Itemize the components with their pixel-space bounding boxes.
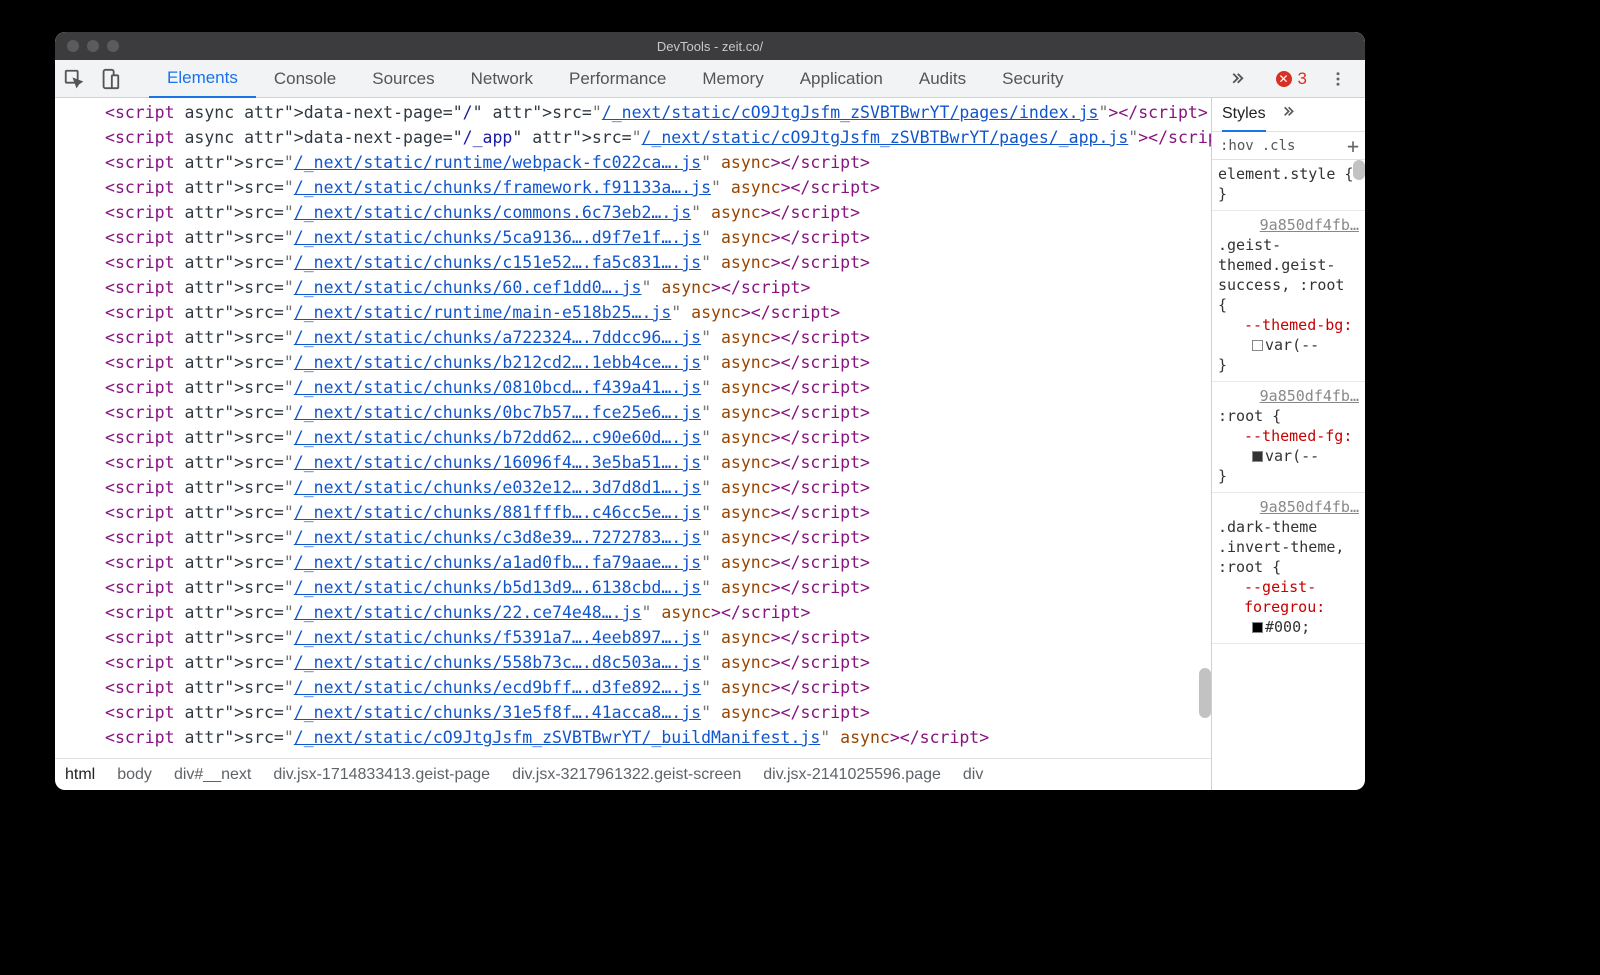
cls-toggle[interactable]: .cls	[1262, 138, 1296, 154]
new-rule-icon[interactable]: +	[1347, 134, 1359, 158]
window-title: DevTools - zeit.co/	[55, 39, 1365, 54]
dom-script-node[interactable]: <script attr">src="/_next/static/chunks/…	[105, 400, 1211, 425]
css-value[interactable]: var(--	[1252, 447, 1319, 465]
breadcrumb-node[interactable]: div	[963, 766, 983, 784]
rule-selector[interactable]: :root {	[1218, 406, 1359, 426]
hov-toggle[interactable]: :hov	[1220, 138, 1254, 154]
tab-performance[interactable]: Performance	[551, 60, 684, 98]
css-rule[interactable]: 9a850df4fb….geist-themed.geist-success, …	[1212, 211, 1365, 382]
breadcrumb-node[interactable]: body	[117, 766, 152, 784]
settings-kebab-icon[interactable]	[1327, 68, 1349, 90]
dom-script-node[interactable]: <script attr">src="/_next/static/cO9JtgJ…	[105, 725, 1211, 750]
dom-script-node[interactable]: <script attr">src="/_next/static/chunks/…	[105, 375, 1211, 400]
breadcrumb-node[interactable]: div.jsx-1714833413.geist-page	[273, 766, 490, 784]
css-property[interactable]: --themed-fg:	[1244, 426, 1359, 446]
breadcrumb-node[interactable]: div.jsx-3217961322.geist-screen	[512, 766, 741, 784]
dom-script-node[interactable]: <script attr">src="/_next/static/chunks/…	[105, 475, 1211, 500]
css-property[interactable]: --geist-foregrou:	[1244, 577, 1359, 617]
dom-script-node[interactable]: <script attr">src="/_next/static/chunks/…	[105, 700, 1211, 725]
tab-sources[interactable]: Sources	[354, 60, 452, 98]
macos-titlebar: DevTools - zeit.co/	[55, 32, 1365, 60]
dom-script-node[interactable]: <script attr">src="/_next/static/chunks/…	[105, 625, 1211, 650]
styles-filter-bar[interactable]: :hov .cls +	[1212, 132, 1365, 160]
dom-script-node[interactable]: <script async attr">data-next-page="/_ap…	[105, 125, 1211, 150]
tab-network[interactable]: Network	[453, 60, 551, 98]
css-rule[interactable]: 9a850df4fb…:root {--themed-fg:var(--}	[1212, 382, 1365, 493]
css-rule[interactable]: element.style {}	[1212, 160, 1365, 211]
elements-panel: <script async attr">data-next-page="/" a…	[55, 98, 1211, 790]
tab-application[interactable]: Application	[782, 60, 901, 98]
rule-selector[interactable]: .dark-theme .invert-theme, :root {	[1218, 517, 1359, 577]
rule-source-link[interactable]: 9a850df4fb…	[1218, 497, 1359, 517]
color-swatch-icon[interactable]	[1252, 340, 1263, 351]
dom-script-node[interactable]: <script attr">src="/_next/static/chunks/…	[105, 500, 1211, 525]
dom-tree[interactable]: <script async attr">data-next-page="/" a…	[55, 98, 1211, 758]
css-value[interactable]: #000;	[1252, 618, 1310, 636]
color-swatch-icon[interactable]	[1252, 451, 1263, 462]
dom-breadcrumb[interactable]: html body div#__next div.jsx-1714833413.gei…	[55, 758, 1211, 790]
devtools-window: DevTools - zeit.co/ ElementsConsoleSourc…	[55, 32, 1365, 790]
dom-script-node[interactable]: <script attr">src="/_next/static/chunks/…	[105, 200, 1211, 225]
breadcrumb-node[interactable]: html	[65, 766, 95, 784]
tab-elements[interactable]: Elements	[149, 60, 256, 98]
dom-script-node[interactable]: <script attr">src="/_next/static/chunks/…	[105, 675, 1211, 700]
dom-script-node[interactable]: <script attr">src="/_next/static/chunks/…	[105, 600, 1211, 625]
inspect-element-icon[interactable]	[63, 68, 85, 90]
dom-script-node[interactable]: <script attr">src="/_next/static/chunks/…	[105, 425, 1211, 450]
dom-script-node[interactable]: <script attr">src="/_next/static/chunks/…	[105, 350, 1211, 375]
tab-audits[interactable]: Audits	[901, 60, 984, 98]
dom-script-node[interactable]: <script attr">src="/_next/static/chunks/…	[105, 650, 1211, 675]
css-value[interactable]: var(--	[1252, 336, 1319, 354]
breadcrumb-node[interactable]: div#__next	[174, 766, 251, 784]
dom-script-node[interactable]: <script async attr">data-next-page="/" a…	[105, 100, 1211, 125]
error-icon: ✕	[1276, 71, 1292, 87]
device-toolbar-icon[interactable]	[99, 68, 121, 90]
dom-script-node[interactable]: <script attr">src="/_next/static/chunks/…	[105, 575, 1211, 600]
error-count-badge[interactable]: ✕ 3	[1276, 69, 1307, 89]
color-swatch-icon[interactable]	[1252, 622, 1263, 633]
dom-script-node[interactable]: <script attr">src="/_next/static/chunks/…	[105, 225, 1211, 250]
styles-sidepanel: Styles :hov .cls + element.style {}9a850…	[1211, 98, 1365, 790]
styles-tab[interactable]: Styles	[1222, 98, 1266, 132]
breadcrumb-node[interactable]: div.jsx-2141025596.page	[763, 766, 941, 784]
dom-script-node[interactable]: <script attr">src="/_next/static/chunks/…	[105, 325, 1211, 350]
dom-script-node[interactable]: <script attr">src="/_next/static/chunks/…	[105, 550, 1211, 575]
scrollbar-thumb[interactable]	[1199, 668, 1211, 718]
dom-script-node[interactable]: <script attr">src="/_next/static/runtime…	[105, 150, 1211, 175]
rule-selector[interactable]: .geist-themed.geist-success, :root {	[1218, 235, 1359, 315]
side-scrollbar-thumb[interactable]	[1353, 160, 1365, 180]
rule-source-link[interactable]: 9a850df4fb…	[1218, 215, 1359, 235]
dom-script-node[interactable]: <script attr">src="/_next/static/chunks/…	[105, 275, 1211, 300]
dom-script-node[interactable]: <script attr">src="/_next/static/runtime…	[105, 300, 1211, 325]
css-property[interactable]: --themed-bg:	[1244, 315, 1359, 335]
devtools-tabbar: ElementsConsoleSourcesNetworkPerformance…	[55, 60, 1365, 98]
dom-script-node[interactable]: <script attr">src="/_next/static/chunks/…	[105, 525, 1211, 550]
css-rule[interactable]: 9a850df4fb….dark-theme .invert-theme, :r…	[1212, 493, 1365, 644]
more-tabs-icon[interactable]	[1210, 60, 1264, 98]
tab-console[interactable]: Console	[256, 60, 354, 98]
dom-script-node[interactable]: <script attr">src="/_next/static/chunks/…	[105, 450, 1211, 475]
dom-script-node[interactable]: <script attr">src="/_next/static/chunks/…	[105, 250, 1211, 275]
tab-security[interactable]: Security	[984, 60, 1081, 98]
dom-script-node[interactable]: <script attr">src="/_next/static/chunks/…	[105, 175, 1211, 200]
rule-source-link[interactable]: 9a850df4fb…	[1218, 386, 1359, 406]
tab-memory[interactable]: Memory	[684, 60, 781, 98]
rule-selector[interactable]: element.style {	[1218, 164, 1359, 184]
more-side-tabs-icon[interactable]	[1280, 104, 1296, 125]
error-count: 3	[1298, 69, 1307, 89]
css-rules-list[interactable]: element.style {}9a850df4fb….geist-themed…	[1212, 160, 1365, 790]
